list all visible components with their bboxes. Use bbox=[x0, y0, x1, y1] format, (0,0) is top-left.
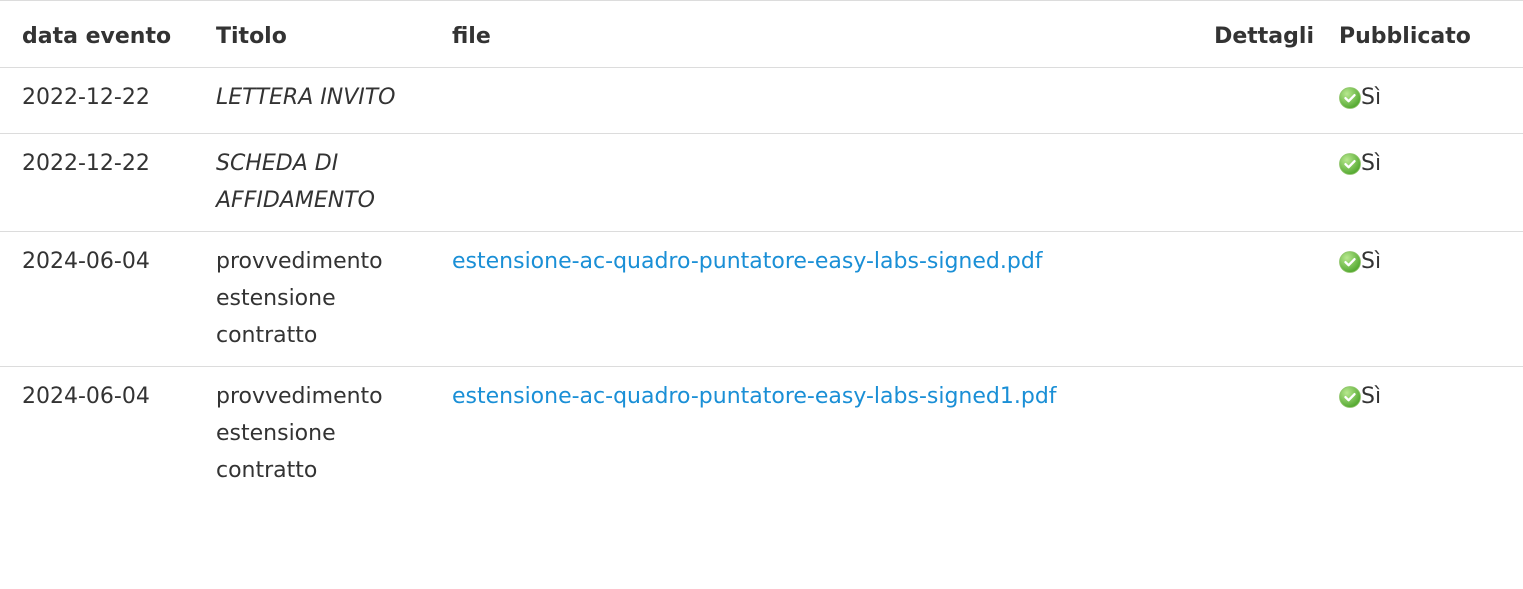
row-file bbox=[430, 67, 1145, 134]
check-circle-icon bbox=[1339, 251, 1361, 273]
row-details bbox=[1145, 367, 1317, 502]
row-file bbox=[430, 133, 1145, 232]
table-row: 2022-12-22 SCHEDA DI AFFIDAMENTO Sì bbox=[0, 133, 1523, 232]
check-circle-icon bbox=[1339, 87, 1361, 109]
documents-table: data evento Titolo file Dettagli Pubblic… bbox=[0, 0, 1523, 501]
table-row: 2024-06-04 provvedimento estensione cont… bbox=[0, 367, 1523, 502]
header-details: Dettagli bbox=[1145, 0, 1317, 68]
check-circle-icon bbox=[1339, 153, 1361, 175]
row-details bbox=[1145, 231, 1317, 367]
row-title: LETTERA INVITO bbox=[194, 67, 430, 134]
row-date: 2024-06-04 bbox=[22, 384, 150, 409]
row-details bbox=[1145, 133, 1317, 232]
check-circle-icon bbox=[1339, 386, 1361, 408]
header-file: file bbox=[430, 0, 1145, 68]
published-label: Sì bbox=[1361, 85, 1382, 110]
row-title: SCHEDA DI AFFIDAMENTO bbox=[194, 133, 430, 232]
row-published: Sì bbox=[1317, 133, 1523, 232]
published-label: Sì bbox=[1361, 384, 1382, 409]
row-date: 2024-06-04 bbox=[0, 231, 194, 367]
row-file: estensione-ac-quadro-puntatore-easy-labs… bbox=[430, 231, 1145, 367]
row-published: Sì bbox=[1317, 231, 1523, 367]
header-date: data evento bbox=[0, 0, 194, 68]
published-label: Sì bbox=[1361, 151, 1382, 176]
file-link[interactable]: estensione-ac-quadro-puntatore-easy-labs… bbox=[452, 384, 1057, 409]
table-row: 2022-12-22 LETTERA INVITO Sì bbox=[0, 67, 1523, 134]
published-label: Sì bbox=[1361, 249, 1382, 274]
row-date: 2022-12-22 bbox=[0, 133, 194, 232]
row-date: 2022-12-22 bbox=[0, 67, 194, 134]
row-title: provvedimento estensione contratto bbox=[194, 231, 430, 367]
table-row: 2024-06-04 provvedimento estensione cont… bbox=[0, 231, 1523, 367]
file-link[interactable]: estensione-ac-quadro-puntatore-easy-labs… bbox=[452, 249, 1043, 274]
header-published: Pubblicato bbox=[1317, 0, 1523, 68]
row-details bbox=[1145, 67, 1317, 134]
row-title: provvedimento estensione contratto bbox=[216, 384, 383, 483]
row-published: Sì bbox=[1317, 367, 1523, 502]
table-header-row: data evento Titolo file Dettagli Pubblic… bbox=[0, 0, 1523, 68]
row-published: Sì bbox=[1317, 67, 1523, 134]
header-title: Titolo bbox=[194, 0, 430, 68]
row-file: estensione-ac-quadro-puntatore-easy-labs… bbox=[430, 367, 1145, 502]
